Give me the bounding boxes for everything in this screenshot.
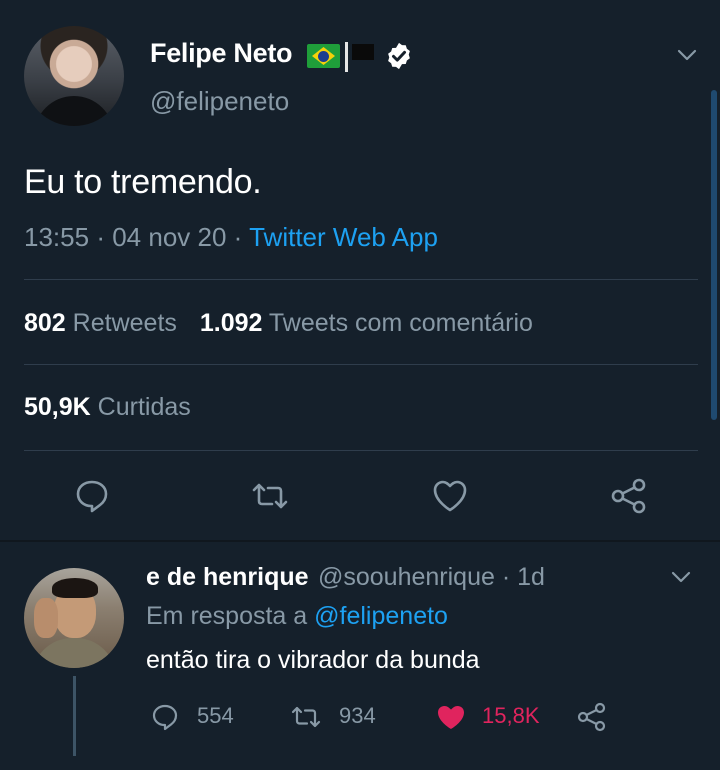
reply-icon[interactable] <box>72 476 112 516</box>
author-name[interactable]: Felipe Neto <box>150 38 293 69</box>
meta-separator: · <box>233 222 243 252</box>
reply-author-avatar[interactable] <box>24 568 124 668</box>
tweet-text: Eu to tremendo. <box>24 163 262 201</box>
reply-time[interactable]: · 1d <box>502 563 545 591</box>
share-icon[interactable] <box>576 701 608 733</box>
avatar-shoulders <box>34 96 114 126</box>
black-flag-icon <box>352 44 374 60</box>
brazil-flag-icon <box>307 44 340 68</box>
reply-to-handle[interactable]: @felipeneto <box>314 602 448 630</box>
reply-count: 554 <box>197 703 234 728</box>
retweets-count: 802 <box>24 309 66 337</box>
show-more-link-clipped[interactable] <box>150 762 360 770</box>
retweets-label: Retweets <box>72 309 177 337</box>
meta-separator: · <box>96 222 105 252</box>
likes-count: 50,9K <box>24 393 91 421</box>
quotes-count: 1.092 <box>199 309 263 337</box>
retweet-count: 934 <box>339 703 376 728</box>
tweet-time: 13:55 <box>24 222 90 252</box>
tweet-meta: 13:55 · 04 nov 20 · Twitter Web App <box>24 222 438 253</box>
reply-to-line: Em resposta a @felipeneto <box>146 602 448 631</box>
reply-author-handle-and-time: @soouhenrique · 1d <box>318 563 545 592</box>
thread-line <box>73 676 76 756</box>
like-count: 15,8K <box>482 703 540 728</box>
liked-heart-icon[interactable] <box>435 701 467 733</box>
divider <box>24 279 698 280</box>
divider <box>24 364 698 365</box>
share-icon[interactable] <box>609 476 649 516</box>
reply-icon[interactable] <box>150 701 180 733</box>
engagement-stats: 802 Retweets 1.092 Tweets com comentário <box>24 309 533 338</box>
chevron-down-icon[interactable] <box>677 48 697 62</box>
scrollbar[interactable] <box>711 90 717 420</box>
like-icon[interactable] <box>430 476 470 516</box>
retweets-stat[interactable]: 802 Retweets <box>24 309 184 337</box>
section-divider <box>0 540 720 542</box>
separator-bar <box>345 42 348 72</box>
quotes-label: Tweets com comentário <box>268 309 533 337</box>
author-handle[interactable]: @felipeneto <box>150 86 289 117</box>
retweet-icon[interactable] <box>250 476 290 516</box>
tweet-source[interactable]: Twitter Web App <box>249 222 438 252</box>
reply-author-handle[interactable]: @soouhenrique <box>318 563 495 591</box>
retweet-icon[interactable] <box>290 701 322 733</box>
likes-stat[interactable]: 50,9K Curtidas <box>24 393 191 422</box>
verified-icon <box>388 42 410 70</box>
reply-text: então tira o vibrador da bunda <box>146 646 480 674</box>
reply-author-name[interactable]: e de henrique <box>146 563 309 592</box>
tweet-date[interactable]: 04 nov 20 <box>112 222 226 252</box>
chevron-down-icon[interactable] <box>671 570 691 584</box>
author-avatar[interactable] <box>24 26 124 126</box>
quotes-stat[interactable]: 1.092 Tweets com comentário <box>200 309 533 337</box>
reply-prefix: Em resposta a <box>146 602 308 630</box>
likes-label: Curtidas <box>97 393 191 421</box>
divider <box>24 450 698 451</box>
